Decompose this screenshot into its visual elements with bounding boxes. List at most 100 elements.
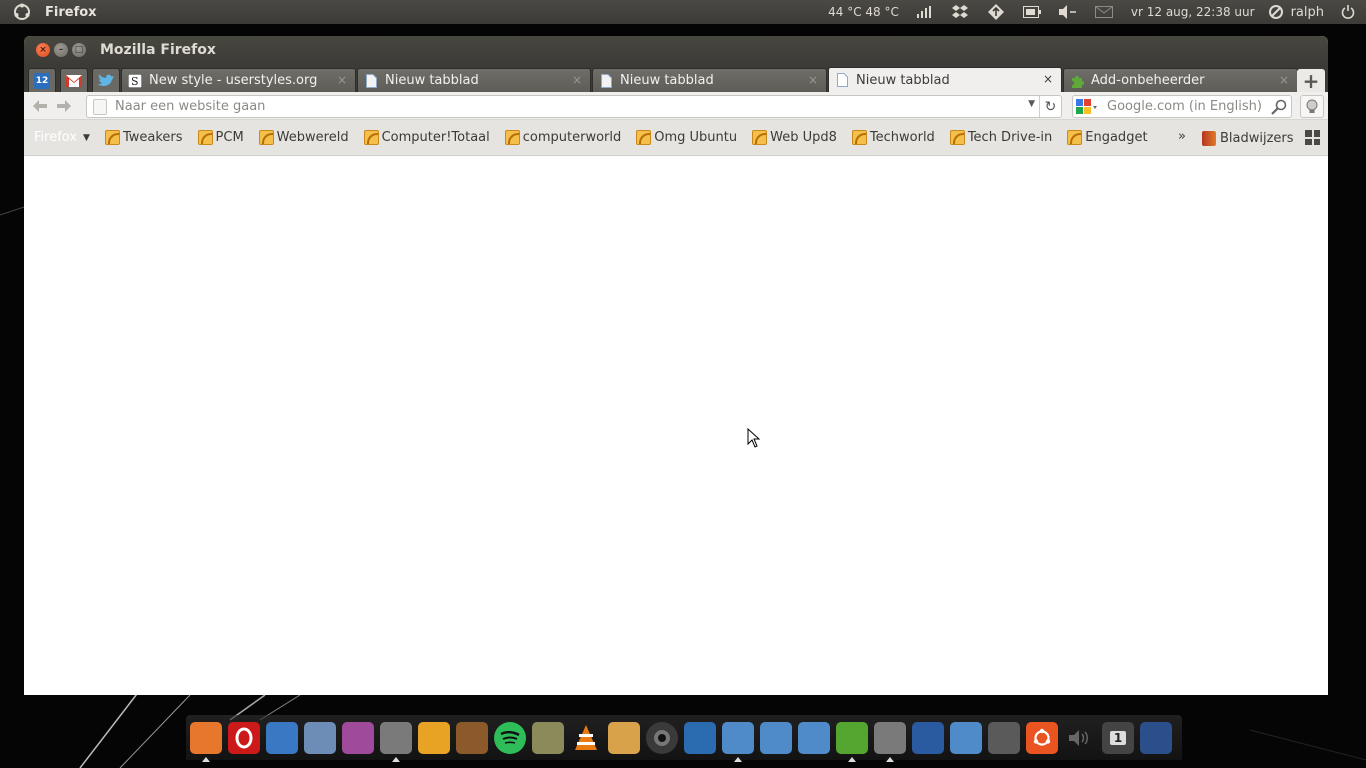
close-tab-icon[interactable]: × [572, 73, 582, 87]
bookmark-computerworld[interactable]: computerworld [504, 130, 621, 145]
paint-icon[interactable] [608, 721, 640, 754]
bookmarks-menu-button[interactable]: Bladwijzers [1202, 120, 1294, 156]
tv-icon[interactable] [532, 721, 564, 754]
lightbulb-addon-icon[interactable] [1300, 95, 1324, 118]
forward-button[interactable] [53, 96, 75, 116]
temperature-indicator[interactable]: 44 °C 48 °C [828, 5, 899, 19]
tab-new-tab-1[interactable]: Nieuw tabblad × [357, 68, 591, 92]
bookmark-label: PCM [215, 130, 244, 145]
volume-icon[interactable] [1057, 0, 1079, 24]
desktop-icon[interactable] [1140, 721, 1172, 754]
bookmark-webwereld[interactable]: Webwereld [258, 130, 349, 145]
rss-feed-icon [949, 130, 965, 145]
maximize-window-button[interactable]: □ [72, 43, 86, 57]
minimize-window-button[interactable]: – [54, 43, 68, 57]
bookmark-pcm[interactable]: PCM [197, 130, 244, 145]
userstyles-icon: S [128, 73, 142, 88]
dropbox-icon[interactable] [949, 0, 971, 24]
bookmark-techworld[interactable]: Techworld [851, 130, 935, 145]
search-input[interactable] [1107, 99, 1267, 114]
back-arrow-icon [33, 100, 47, 112]
bookmark-tweakers[interactable]: Tweakers [104, 130, 183, 145]
tab-userstyles[interactable]: S New style - userstyles.org × [121, 68, 356, 92]
calendar-icon: 12 [34, 72, 50, 89]
search-bar[interactable] [1072, 95, 1292, 118]
software-center-icon[interactable] [836, 721, 868, 762]
firefox-menu-button[interactable]: Firefox ▼ [34, 130, 90, 145]
bookmark-web-upd8[interactable]: Web Upd8 [752, 130, 837, 145]
close-tab-icon[interactable]: × [337, 73, 347, 87]
spotify-icon[interactable] [494, 721, 526, 754]
downloads-folder-icon[interactable] [798, 721, 830, 754]
firefox-icon[interactable] [190, 721, 222, 762]
site-identity-icon[interactable] [93, 98, 107, 115]
bookmark-label: Engadget [1085, 130, 1148, 145]
pictures-folder-icon[interactable] [722, 721, 754, 762]
power-icon[interactable] [1338, 5, 1358, 19]
user-name: ralph [1290, 4, 1324, 20]
music-folder-icon[interactable] [760, 721, 792, 754]
signal-icon[interactable] [913, 0, 935, 24]
close-tab-icon[interactable]: × [1279, 73, 1289, 87]
bookmark-omg-ubuntu[interactable]: Omg Ubuntu [636, 130, 737, 145]
media-player-icon[interactable] [342, 721, 374, 754]
ubuntu-logo-icon[interactable] [12, 2, 32, 22]
bookmark-label: Tech Drive-in [967, 130, 1053, 145]
reload-icon[interactable]: ↻ [1039, 96, 1061, 117]
ubuntu-icon[interactable] [1026, 721, 1058, 754]
suit-icon[interactable] [874, 721, 906, 762]
bookmark-computertotaal[interactable]: Computer!Totaal [363, 130, 490, 145]
url-bar[interactable]: ▼ ↻ [86, 95, 1062, 118]
home-folder-icon[interactable] [950, 721, 982, 754]
user-menu[interactable]: ralph [1268, 4, 1324, 20]
app-tab-gmail[interactable] [60, 68, 88, 92]
clock[interactable]: vr 12 aug, 22:38 uur [1131, 5, 1255, 19]
app-tab-twitter[interactable] [92, 68, 120, 92]
close-tab-icon[interactable]: × [1043, 72, 1053, 86]
url-input[interactable] [115, 99, 1015, 114]
battery-icon[interactable] [1021, 0, 1043, 24]
usb-drive-icon[interactable] [988, 721, 1020, 754]
vlc-icon[interactable] [570, 722, 602, 754]
bookmark-tech-drive-in[interactable]: Tech Drive-in [949, 130, 1053, 145]
bluefish-icon[interactable] [418, 721, 450, 754]
bookmarks-toolbar: Firefox ▼ Tweakers PCM Webwereld Compute… [24, 120, 1328, 156]
bookmark-label: Web Upd8 [770, 130, 837, 145]
bookmarks-book-icon [1202, 130, 1216, 146]
bookmark-engadget[interactable]: Engadget [1067, 130, 1148, 145]
opera-icon[interactable] [228, 721, 260, 754]
camera-icon[interactable] [646, 721, 678, 754]
page-content-blank[interactable] [24, 156, 1328, 695]
thunderbird-icon[interactable] [304, 721, 336, 754]
user-icon [1268, 5, 1283, 19]
network-icon[interactable] [985, 0, 1007, 24]
writer-icon[interactable] [684, 721, 716, 754]
window-titlebar[interactable]: × – □ Mozilla Firefox [24, 36, 1328, 64]
back-button[interactable] [29, 96, 51, 116]
bookmarks-overflow-chevron[interactable]: » [1178, 129, 1186, 144]
search-magnifier-icon[interactable] [1270, 98, 1288, 116]
url-history-dropdown-icon[interactable]: ▼ [1028, 99, 1035, 109]
workspace-icon[interactable]: 1 [1102, 721, 1134, 754]
chevron-down-icon: ▼ [83, 132, 90, 143]
volume-dock-icon[interactable] [1064, 722, 1096, 754]
tab-new-tab-active[interactable]: Nieuw tabblad × [828, 67, 1062, 92]
search-tool-icon[interactable] [266, 721, 298, 754]
google-search-engine-icon[interactable] [1073, 96, 1101, 117]
rss-feed-icon [104, 130, 120, 145]
new-tab-button[interactable]: + [1297, 69, 1325, 93]
speaker-icon[interactable] [456, 721, 488, 754]
monitor-icon[interactable] [912, 721, 944, 754]
mail-icon[interactable] [1093, 0, 1115, 24]
rss-feed-icon [752, 130, 768, 145]
transfer-icon[interactable] [380, 721, 412, 762]
tab-new-tab-2[interactable]: Nieuw tabblad × [592, 68, 827, 92]
close-tab-icon[interactable]: × [808, 73, 818, 87]
active-app-name[interactable]: Firefox [45, 5, 97, 20]
rss-feed-icon [258, 130, 274, 145]
tab-addon-manager[interactable]: Add-onbeheerder × [1063, 68, 1298, 92]
close-window-button[interactable]: × [36, 43, 50, 57]
tab-groups-grid-icon[interactable] [1305, 130, 1320, 145]
rss-feed-icon [851, 130, 867, 145]
app-tab-calendar[interactable]: 12 [28, 68, 56, 92]
